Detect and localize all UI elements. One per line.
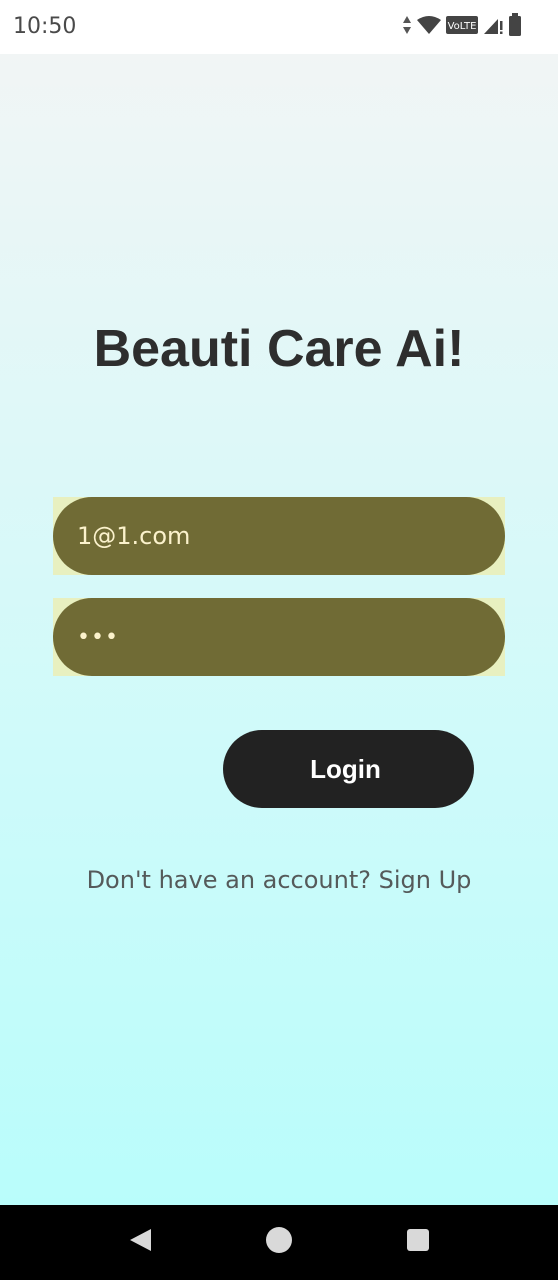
email-field-container [53, 497, 505, 575]
recents-button[interactable] [378, 1205, 458, 1280]
wifi-icon [416, 15, 442, 40]
app-screen: 10:50 VoLTE Beauti Care Ai! 1@1.com ••• … [0, 0, 558, 1280]
signup-link[interactable]: Don't have an account? Sign Up [0, 866, 558, 894]
volte-label: VoLTE [448, 21, 477, 32]
login-content: Beauti Care Ai! Login Don't have an acco… [0, 54, 558, 1205]
home-button[interactable] [239, 1205, 319, 1280]
login-button[interactable]: Login [223, 730, 474, 808]
navigation-bar [0, 1205, 558, 1280]
recents-icon [406, 1228, 430, 1257]
login-button-label: Login [310, 753, 381, 784]
status-bar: 10:50 VoLTE [0, 0, 558, 54]
app-title: Beauti Care Ai! [93, 320, 465, 378]
volte-icon: VoLTE [446, 15, 478, 39]
status-time: 10:50 [13, 14, 77, 39]
signal-icon [482, 15, 504, 40]
password-field[interactable] [53, 598, 505, 676]
password-field-container [53, 598, 505, 676]
data-arrows-icon [402, 15, 412, 40]
home-icon [265, 1226, 293, 1259]
back-button[interactable] [100, 1205, 180, 1280]
battery-icon [508, 12, 522, 42]
status-icons: VoLTE [402, 12, 522, 42]
email-field[interactable] [53, 497, 505, 575]
back-icon [127, 1227, 153, 1258]
